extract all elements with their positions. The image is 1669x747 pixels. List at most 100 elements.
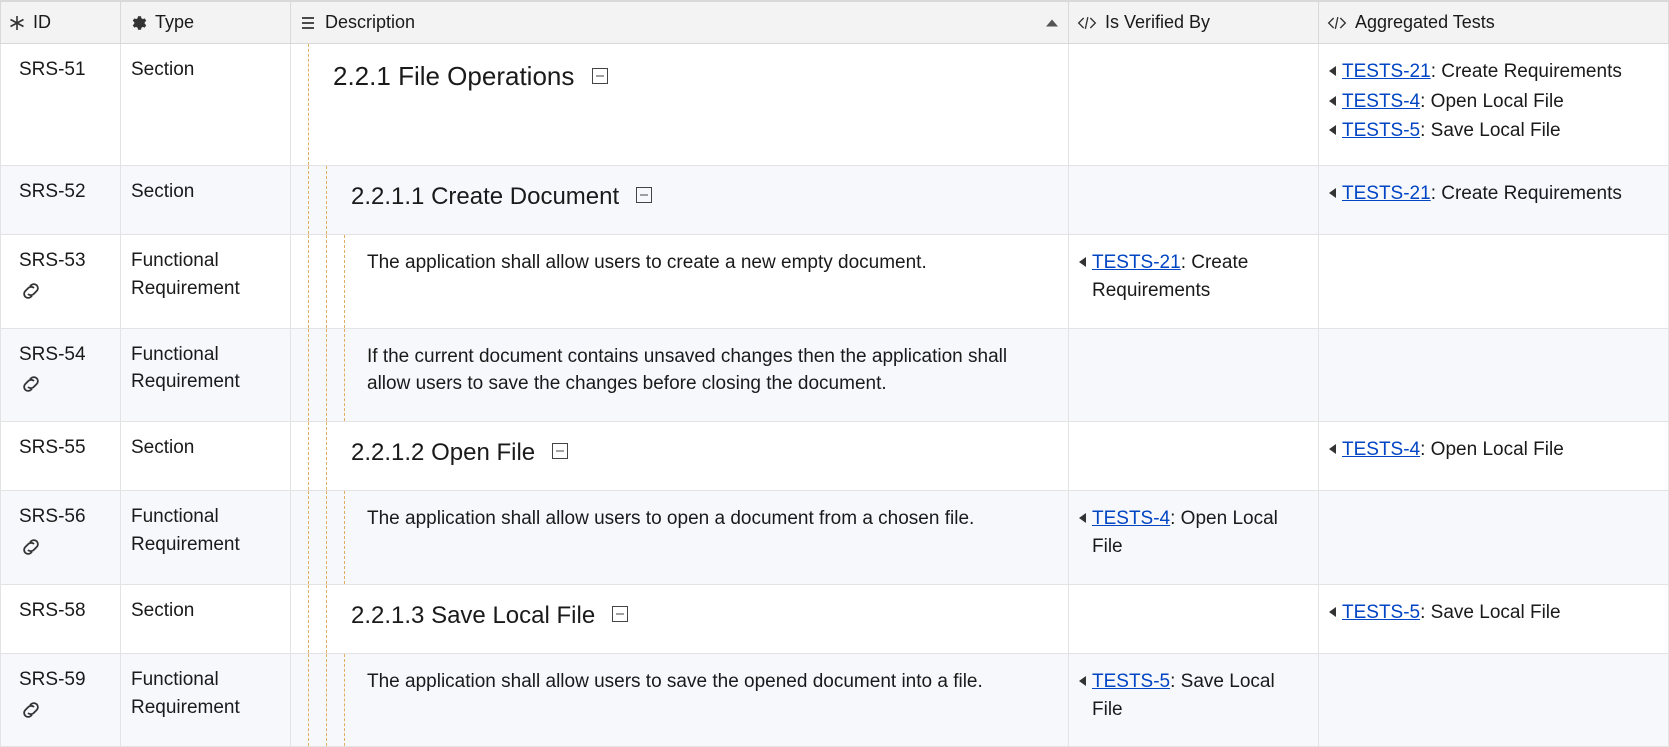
test-link-item: TESTS-4: Open Local File (1329, 88, 1658, 116)
section-heading: 2.2.1 File Operations (333, 56, 1058, 98)
row-type: Section (121, 421, 291, 491)
row-type: Functional Requirement (121, 654, 291, 747)
test-link[interactable]: TESTS-4 (1342, 439, 1420, 460)
link-icon (19, 700, 110, 729)
row-id: SRS-53 (19, 247, 110, 275)
column-header-is-verified-by[interactable]: Is Verified By (1069, 1, 1319, 44)
column-header-id[interactable]: ID (1, 1, 121, 44)
test-link[interactable]: TESTS-21 (1342, 183, 1431, 204)
row-type: Functional Requirement (121, 328, 291, 421)
column-label: Description (325, 12, 415, 33)
link-icon (19, 281, 110, 310)
row-id: SRS-55 (19, 434, 110, 462)
link-icon (19, 537, 110, 566)
triangle-left-icon (1079, 513, 1086, 523)
section-heading: 2.2.1.2 Open File (351, 434, 1058, 473)
row-type: Functional Requirement (121, 491, 291, 584)
heading-number: 2.2.1.1 (351, 183, 424, 210)
test-link[interactable]: TESTS-5 (1342, 602, 1420, 623)
cell-is-verified-by (1069, 44, 1319, 166)
test-link-label: : Save Local File (1420, 120, 1560, 141)
row-type: Section (121, 165, 291, 235)
collapse-toggle-icon[interactable] (636, 187, 652, 203)
triangle-left-icon (1079, 257, 1086, 267)
requirement-text: If the current document contains unsaved… (367, 341, 1058, 400)
test-link-item: TESTS-21: Create Requirements (1329, 180, 1658, 208)
cell-aggregated-tests (1319, 654, 1669, 747)
row-type: Functional Requirement (121, 235, 291, 328)
triangle-left-icon (1079, 676, 1086, 686)
table-row[interactable]: SRS-59Functional RequirementThe applicat… (1, 654, 1669, 747)
table-row[interactable]: SRS-55 Section 2.2.1.2 Open File TESTS-4: … (1, 421, 1669, 491)
test-link-label: : Open Local File (1420, 439, 1564, 460)
row-id: SRS-51 (19, 56, 110, 84)
cell-aggregated-tests: TESTS-4: Open Local File (1319, 421, 1669, 491)
cell-is-verified-by (1069, 584, 1319, 654)
test-link-item: TESTS-5: Save Local File (1329, 599, 1658, 627)
column-header-type[interactable]: Type (121, 1, 291, 44)
table-row[interactable]: SRS-56Functional RequirementThe applicat… (1, 491, 1669, 584)
row-id: SRS-54 (19, 341, 110, 369)
test-link[interactable]: TESTS-5 (1342, 120, 1420, 141)
asterisk-icon (9, 15, 25, 31)
cell-aggregated-tests (1319, 491, 1669, 584)
test-link[interactable]: TESTS-21 (1342, 61, 1431, 82)
test-link[interactable]: TESTS-4 (1092, 508, 1170, 529)
cell-aggregated-tests: TESTS-21: Create RequirementsTESTS-4: Op… (1319, 44, 1669, 166)
heading-text: Create Document (431, 183, 619, 210)
collapse-toggle-icon[interactable] (552, 443, 568, 459)
heading-text: Open File (431, 439, 535, 466)
gear-icon (129, 14, 147, 32)
table-header-row: ID Type Description Is Verified (1, 1, 1669, 44)
column-header-aggregated-tests[interactable]: Aggregated Tests (1319, 1, 1669, 44)
heading-text: File Operations (398, 61, 574, 91)
code-icon (1077, 15, 1097, 31)
triangle-left-icon (1329, 125, 1336, 135)
requirement-text: The application shall allow users to sav… (367, 666, 1058, 698)
column-label: Is Verified By (1105, 12, 1210, 33)
row-id: SRS-58 (19, 597, 110, 625)
list-icon (299, 14, 317, 32)
cell-is-verified-by (1069, 328, 1319, 421)
collapse-toggle-icon[interactable] (592, 68, 608, 84)
test-link[interactable]: TESTS-4 (1342, 91, 1420, 112)
test-link-item: TESTS-4: Open Local File (1329, 436, 1658, 464)
heading-number: 2.2.1 (333, 61, 391, 91)
row-type: Section (121, 584, 291, 654)
test-link-item: TESTS-5: Save Local File (1329, 117, 1658, 145)
cell-aggregated-tests (1319, 328, 1669, 421)
test-link-item: TESTS-5: Save Local File (1079, 668, 1308, 723)
triangle-left-icon (1329, 188, 1336, 198)
column-header-description[interactable]: Description (291, 1, 1069, 44)
cell-aggregated-tests: TESTS-5: Save Local File (1319, 584, 1669, 654)
row-id: SRS-52 (19, 178, 110, 206)
column-label: Aggregated Tests (1355, 12, 1495, 33)
heading-number: 2.2.1.3 (351, 602, 424, 629)
row-id: SRS-56 (19, 503, 110, 531)
test-link-label: : Create Requirements (1431, 183, 1622, 204)
code-icon (1327, 15, 1347, 31)
test-link-label: : Save Local File (1420, 602, 1560, 623)
row-type: Section (121, 44, 291, 166)
sort-ascending-icon (1046, 19, 1058, 26)
collapse-toggle-icon[interactable] (612, 606, 628, 622)
test-link[interactable]: TESTS-5 (1092, 671, 1170, 692)
column-label: ID (33, 12, 51, 33)
cell-is-verified-by: TESTS-4: Open Local File (1069, 491, 1319, 584)
column-label: Type (155, 12, 194, 33)
table-row[interactable]: SRS-58 Section 2.2.1.3 Save Local File TES… (1, 584, 1669, 654)
triangle-left-icon (1329, 96, 1336, 106)
requirement-text: The application shall allow users to cre… (367, 247, 1058, 279)
heading-text: Save Local File (431, 602, 595, 629)
test-link[interactable]: TESTS-21 (1092, 252, 1181, 273)
test-link-item: TESTS-21: Create Requirements (1329, 58, 1658, 86)
cell-is-verified-by (1069, 165, 1319, 235)
table-row[interactable]: SRS-51 Section 2.2.1 File Operations TESTS… (1, 44, 1669, 166)
table-row[interactable]: SRS-53 Functional Requirement The applicat… (1, 235, 1669, 328)
test-link-label: : Open Local File (1420, 91, 1564, 112)
table-row[interactable]: SRS-54 Functional Requirement If the curre… (1, 328, 1669, 421)
requirements-table: ID Type Description Is Verified (0, 0, 1669, 747)
table-row[interactable]: SRS-52 Section 2.2.1.1 Create Document TES… (1, 165, 1669, 235)
triangle-left-icon (1329, 444, 1336, 454)
heading-number: 2.2.1.2 (351, 439, 424, 466)
